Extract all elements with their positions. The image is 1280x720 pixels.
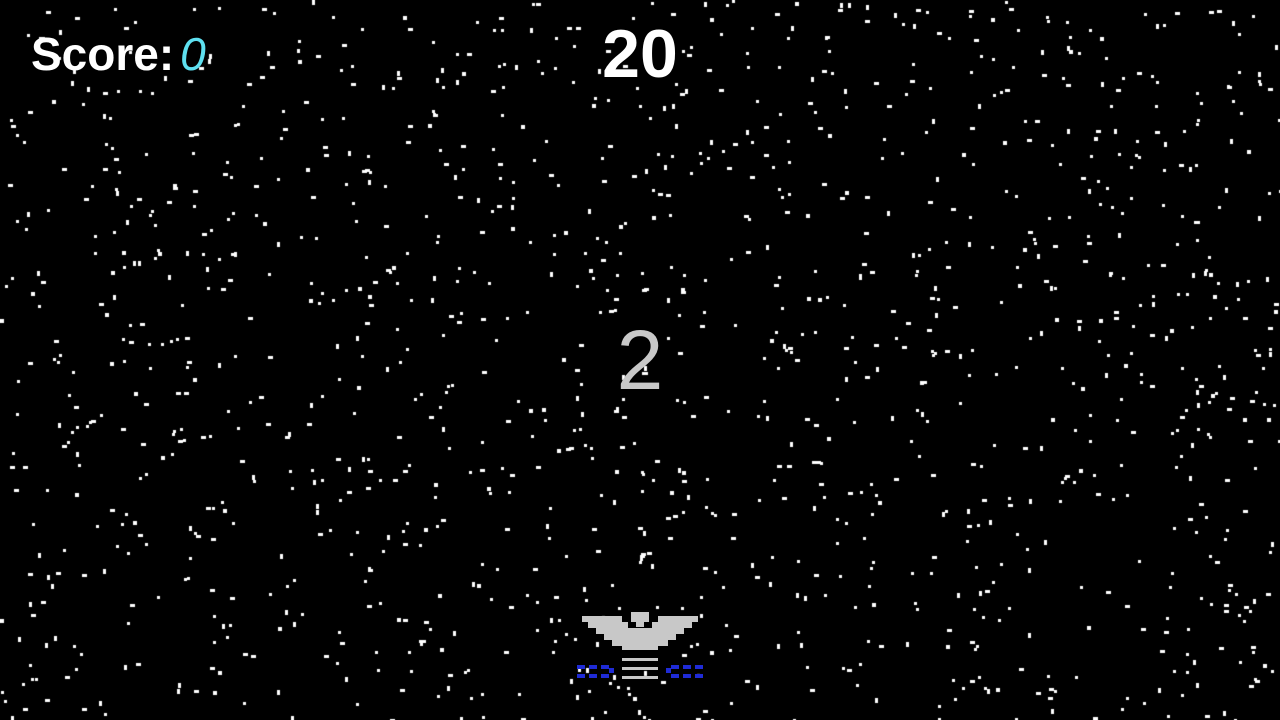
game-canvas[interactable]: Score: 0 20 2 — [0, 0, 1280, 720]
countdown-number: 2 — [616, 313, 664, 407]
score-label: Score: — [31, 28, 175, 80]
spaceship-icon[interactable] — [576, 610, 706, 684]
ship-body — [582, 612, 698, 679]
timer-display: 20 — [602, 16, 678, 92]
score-value: 0 — [180, 28, 206, 80]
score-display: Score: 0 — [31, 26, 206, 82]
